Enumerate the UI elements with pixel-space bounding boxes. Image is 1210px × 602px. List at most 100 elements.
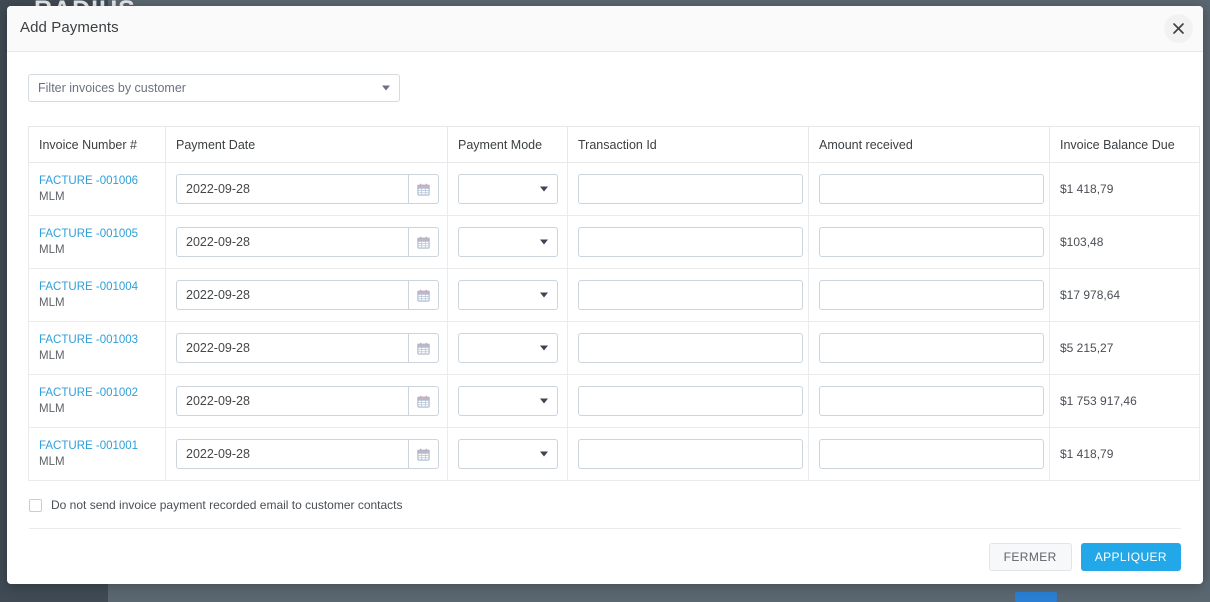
- payment-date-input[interactable]: [176, 333, 408, 363]
- payment-mode-select[interactable]: [458, 333, 558, 363]
- amount-received-input[interactable]: [819, 280, 1044, 310]
- payment-date-input[interactable]: [176, 439, 408, 469]
- chevron-down-icon: [540, 186, 548, 192]
- table-row: FACTURE -001005MLM $103,48: [28, 215, 1200, 269]
- amount-received-input[interactable]: [819, 333, 1044, 363]
- cell-payment-mode: [447, 162, 568, 216]
- transaction-id-input[interactable]: [578, 280, 803, 310]
- balance-due-value: $5 215,27: [1060, 341, 1114, 355]
- invoice-link[interactable]: FACTURE -001002: [39, 386, 155, 401]
- invoice-customer: MLM: [39, 296, 65, 309]
- cell-invoice-balance-due: $103,48: [1049, 215, 1200, 269]
- calendar-picker-button[interactable]: [408, 386, 439, 416]
- dialog-title: Add Payments: [20, 19, 119, 36]
- payment-date-group: [176, 227, 439, 257]
- fermer-button[interactable]: FERMER: [988, 543, 1072, 571]
- appliquer-button[interactable]: APPLIQUER: [1080, 543, 1181, 571]
- chevron-down-icon: [540, 451, 548, 457]
- cell-amount-received: [808, 427, 1050, 481]
- payment-mode-select[interactable]: [458, 174, 558, 204]
- balance-due-value: $1 418,79: [1060, 447, 1114, 461]
- table-header-row: Invoice Number # Payment Date Payment Mo…: [28, 126, 1200, 163]
- column-header-invoice-balance-due: Invoice Balance Due: [1049, 126, 1200, 163]
- amount-received-input[interactable]: [819, 174, 1044, 204]
- cell-invoice-balance-due: $17 978,64: [1049, 268, 1200, 322]
- amount-received-input[interactable]: [819, 386, 1044, 416]
- cell-invoice-number: FACTURE -001002 MLM: [28, 374, 166, 428]
- background-accent-bar: [1015, 592, 1057, 602]
- payment-mode-value: [459, 341, 467, 355]
- amount-received-input[interactable]: [819, 227, 1044, 257]
- cell-payment-date: [165, 321, 448, 375]
- column-header-payment-date: Payment Date: [165, 126, 448, 163]
- invoice-customer: MLM: [39, 455, 65, 468]
- calendar-icon: [417, 289, 430, 302]
- invoice-link[interactable]: FACTURE -001004: [39, 280, 155, 295]
- cell-invoice-number: FACTURE -001005 MLM: [28, 215, 166, 269]
- invoice-link[interactable]: FACTURE -001006: [39, 174, 155, 189]
- close-dialog-button[interactable]: [1164, 14, 1193, 43]
- calendar-picker-button[interactable]: [408, 439, 439, 469]
- calendar-icon: [417, 342, 430, 355]
- payment-date-group: [176, 174, 439, 204]
- calendar-icon: [417, 448, 430, 461]
- dialog-body: Filter invoices by customer Invoice Numb…: [7, 74, 1203, 571]
- calendar-picker-button[interactable]: [408, 280, 439, 310]
- transaction-id-input[interactable]: [578, 386, 803, 416]
- invoice-link[interactable]: FACTURE -001003: [39, 333, 155, 348]
- no-email-checkbox[interactable]: [29, 498, 42, 512]
- invoice-link[interactable]: FACTURE -001005: [39, 227, 155, 242]
- calendar-icon: [417, 183, 430, 196]
- column-header-amount-received: Amount received: [808, 126, 1050, 163]
- cell-invoice-balance-due: $1 753 917,46: [1049, 374, 1200, 428]
- payment-date-group: [176, 439, 439, 469]
- invoice-customer: MLM: [39, 243, 65, 256]
- payment-mode-select[interactable]: [458, 439, 558, 469]
- invoice-link[interactable]: FACTURE -001001: [39, 439, 155, 454]
- amount-received-input[interactable]: [819, 439, 1044, 469]
- transaction-id-input[interactable]: [578, 227, 803, 257]
- cell-payment-mode: [447, 215, 568, 269]
- cell-invoice-number: FACTURE -001004 MLM: [28, 268, 166, 322]
- cell-invoice-balance-due: $5 215,27: [1049, 321, 1200, 375]
- transaction-id-input[interactable]: [578, 174, 803, 204]
- payment-date-input[interactable]: [176, 280, 408, 310]
- cell-payment-date: [165, 162, 448, 216]
- cell-transaction-id: [567, 162, 809, 216]
- invoice-customer: MLM: [39, 402, 65, 415]
- payment-mode-select[interactable]: [458, 386, 558, 416]
- no-email-label[interactable]: Do not send invoice payment recorded ema…: [51, 498, 403, 512]
- column-header-transaction-id: Transaction Id: [567, 126, 809, 163]
- chevron-down-icon: [540, 398, 548, 404]
- balance-due-value: $103,48: [1060, 235, 1104, 249]
- table-row: FACTURE -001004MLM $17 978,64: [28, 268, 1200, 322]
- calendar-picker-button[interactable]: [408, 333, 439, 363]
- payment-date-group: [176, 386, 439, 416]
- customer-filter-select[interactable]: Filter invoices by customer: [28, 74, 400, 102]
- cell-payment-mode: [447, 268, 568, 322]
- cell-payment-date: [165, 374, 448, 428]
- calendar-picker-button[interactable]: [408, 174, 439, 204]
- payment-mode-select[interactable]: [458, 280, 558, 310]
- payment-date-input[interactable]: [176, 386, 408, 416]
- payment-mode-value: [459, 235, 467, 249]
- payment-mode-select[interactable]: [458, 227, 558, 257]
- calendar-picker-button[interactable]: [408, 227, 439, 257]
- cell-transaction-id: [567, 268, 809, 322]
- calendar-icon: [417, 395, 430, 408]
- payment-date-input[interactable]: [176, 174, 408, 204]
- transaction-id-input[interactable]: [578, 333, 803, 363]
- cell-amount-received: [808, 321, 1050, 375]
- cell-invoice-balance-due: $1 418,79: [1049, 162, 1200, 216]
- calendar-icon: [417, 236, 430, 249]
- transaction-id-input[interactable]: [578, 439, 803, 469]
- cell-transaction-id: [567, 321, 809, 375]
- table-row: FACTURE -001001MLM $1 418,79: [28, 427, 1200, 481]
- dialog-header: Add Payments: [7, 6, 1203, 52]
- payments-table-body: FACTURE -001006MLM$1 418,79FACTURE -0010…: [28, 162, 1200, 481]
- invoice-customer: MLM: [39, 190, 65, 203]
- cell-invoice-number: FACTURE -001006 MLM: [28, 162, 166, 216]
- payment-mode-value: [459, 447, 467, 461]
- cell-transaction-id: [567, 427, 809, 481]
- payment-date-input[interactable]: [176, 227, 408, 257]
